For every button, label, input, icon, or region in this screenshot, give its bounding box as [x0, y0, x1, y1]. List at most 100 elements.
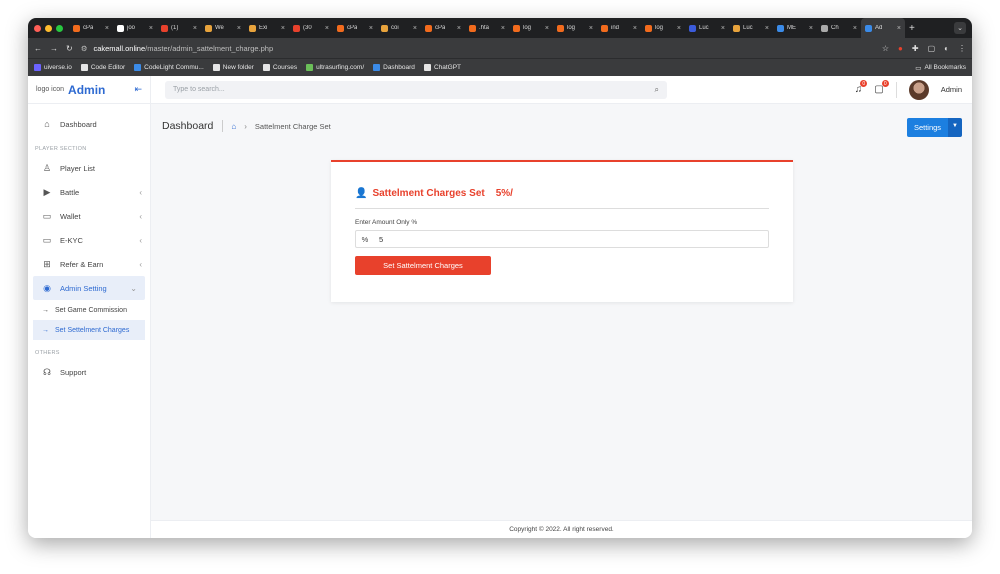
back-icon[interactable]: ←: [34, 44, 42, 53]
browser-tab[interactable]: coi ×: [377, 18, 421, 38]
close-tab-icon[interactable]: ×: [369, 25, 373, 32]
browser-tab[interactable]: ind ×: [597, 18, 641, 38]
all-bookmarks[interactable]: ▭ All Bookmarks: [915, 64, 966, 72]
caret-down-icon[interactable]: ▼: [948, 118, 962, 137]
close-tab-icon[interactable]: ×: [633, 25, 637, 32]
sidebar-item-admin-setting[interactable]: ◉ Admin Setting ⌄: [33, 276, 145, 300]
minimize-window-button[interactable]: [45, 24, 52, 32]
collapse-sidebar-icon[interactable]: ⇤: [134, 84, 142, 95]
close-tab-icon[interactable]: ×: [501, 25, 505, 32]
browser-tab[interactable]: log ×: [553, 18, 597, 38]
notification-badge: 0: [860, 80, 868, 87]
sidebar-sub-commission[interactable]: → Set Game Commission: [28, 300, 150, 320]
current-rate: 5%/: [495, 188, 513, 199]
favicon-icon: [733, 24, 740, 32]
close-tab-icon[interactable]: ×: [721, 25, 725, 32]
sidebar-item-battle[interactable]: ▶ Battle ‹: [28, 180, 150, 204]
close-tab-icon[interactable]: ×: [853, 25, 857, 32]
browser-tab[interactable]: Exi ×: [245, 18, 289, 38]
browser-tab[interactable]: .hta ×: [465, 18, 509, 38]
browser-tab[interactable]: Luc ×: [685, 18, 729, 38]
browser-tab[interactable]: Ad ×: [861, 18, 905, 38]
bookmark-item[interactable]: Dashboard: [373, 64, 415, 71]
close-tab-icon[interactable]: ×: [545, 25, 549, 32]
puzzle-icon[interactable]: ✚: [912, 44, 919, 53]
close-tab-icon[interactable]: ×: [809, 25, 813, 32]
bookmark-item[interactable]: CodeLight Commu...: [134, 64, 204, 71]
favicon-icon: [557, 24, 564, 32]
close-tab-icon[interactable]: ×: [589, 25, 593, 32]
sidebar-item-dashboard[interactable]: ⌂ Dashboard: [28, 112, 150, 136]
new-tab-icon[interactable]: +: [909, 23, 915, 34]
browser-window: cPa × joo × (1) × We × Exi × (30 × cPa × coi × cPa × .hta ×…: [28, 18, 972, 538]
close-tab-icon[interactable]: ×: [325, 25, 329, 32]
user-icon: ♙: [42, 162, 52, 173]
close-tab-icon[interactable]: ×: [193, 25, 197, 32]
page-title: Dashboard: [162, 120, 224, 132]
browser-tab[interactable]: (30 ×: [289, 18, 333, 38]
notification-bell-icon[interactable]: ♫ 0: [855, 80, 868, 95]
browser-tab[interactable]: cPa ×: [421, 18, 465, 38]
browser-tab[interactable]: log ×: [509, 18, 553, 38]
close-tab-icon[interactable]: ×: [105, 25, 109, 32]
bookmark-icon: [373, 64, 381, 71]
bookmark-item[interactable]: Code Editor: [80, 64, 125, 71]
tab-bar: cPa × joo × (1) × We × Exi × (30 × cPa × coi × cPa × .hta ×…: [28, 18, 972, 38]
sidebar-item-ekyc[interactable]: ▭ E-KYC ‹: [28, 228, 150, 252]
tab-search-icon[interactable]: ⌄: [954, 22, 966, 34]
favicon-icon: [821, 24, 828, 32]
close-tab-icon[interactable]: ×: [677, 25, 681, 32]
browser-tab[interactable]: Ch ×: [817, 18, 861, 38]
sidebar-item-player-list[interactable]: ♙ Player List: [28, 156, 150, 180]
close-tab-icon[interactable]: ×: [897, 25, 901, 32]
breadcrumb: Dashboard ⌂ › Sattelment Charge Set: [162, 120, 331, 132]
close-tab-icon[interactable]: ×: [281, 25, 285, 32]
sidebar-item-support[interactable]: ☊ Support: [28, 360, 150, 384]
close-tab-icon[interactable]: ×: [457, 25, 461, 32]
sidebar-sub-settlement[interactable]: → Set Settelment Charges: [33, 320, 145, 340]
bookmark-item[interactable]: ultrasurfing.com/: [306, 64, 364, 71]
brand-name: Admin: [68, 82, 106, 97]
browser-tab[interactable]: joo ×: [113, 18, 157, 38]
menu-icon[interactable]: ⋮: [958, 44, 966, 53]
sidebar-item-wallet[interactable]: ▭ Wallet ‹: [28, 204, 150, 228]
profile-icon[interactable]: ◐: [944, 44, 949, 53]
bookmark-item[interactable]: New folder: [212, 64, 254, 71]
site-info-icon[interactable]: ⚙: [81, 44, 88, 53]
url-field[interactable]: ⚙ cakemall.online/master/admin_sattelmen…: [81, 44, 874, 53]
settings-dropdown[interactable]: Settings ▼: [906, 118, 962, 137]
sidebar-item-refer[interactable]: ⊞ Refer & Earn ‹: [28, 252, 150, 276]
bookmark-star-icon[interactable]: ☆: [882, 44, 889, 53]
browser-tab[interactable]: cPa ×: [333, 18, 377, 38]
browser-tab[interactable]: cPa ×: [69, 18, 113, 38]
bookmark-item[interactable]: ChatGPT: [423, 64, 461, 71]
search-input[interactable]: Type to search... ⌕: [165, 80, 667, 99]
close-tab-icon[interactable]: ×: [413, 25, 417, 32]
browser-tab[interactable]: We ×: [201, 18, 245, 38]
close-tab-icon[interactable]: ×: [237, 25, 241, 32]
set-settlement-button[interactable]: Set Sattelment Charges: [355, 256, 491, 275]
message-icon[interactable]: ▢ 0: [874, 80, 889, 95]
maximize-window-button[interactable]: [56, 24, 63, 32]
extension-icon[interactable]: ●: [898, 44, 903, 53]
avatar[interactable]: [908, 79, 929, 100]
settings-button[interactable]: Settings: [906, 118, 949, 137]
close-window-button[interactable]: [34, 24, 41, 32]
browser-tab[interactable]: (1) ×: [157, 18, 201, 38]
media-icon[interactable]: ▢: [928, 44, 936, 53]
bookmark-item[interactable]: Courses: [262, 64, 297, 71]
search-icon[interactable]: ⌕: [655, 85, 659, 95]
close-tab-icon[interactable]: ×: [765, 25, 769, 32]
forward-icon[interactable]: →: [50, 44, 58, 53]
reload-icon[interactable]: ↻: [66, 44, 73, 53]
browser-tab[interactable]: Luc ×: [729, 18, 773, 38]
browser-tab[interactable]: ME ×: [773, 18, 817, 38]
user-name[interactable]: Admin: [941, 85, 962, 94]
bookmark-icon: [306, 64, 314, 71]
favicon-icon: [469, 24, 476, 32]
amount-input[interactable]: [374, 231, 768, 247]
browser-tab[interactable]: log ×: [641, 18, 685, 38]
bookmark-item[interactable]: uiverse.io: [34, 64, 72, 71]
home-icon[interactable]: ⌂: [231, 122, 236, 131]
close-tab-icon[interactable]: ×: [149, 25, 153, 32]
